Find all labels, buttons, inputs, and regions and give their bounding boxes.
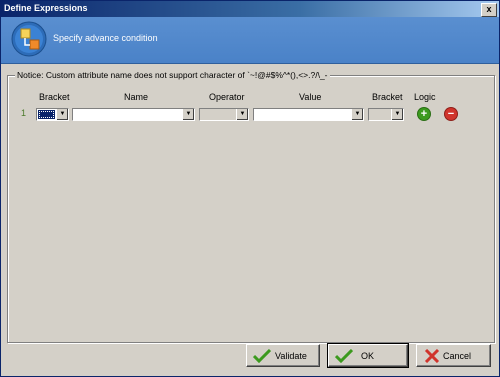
chevron-down-icon[interactable]: ▼ [182, 109, 194, 120]
cancel-label: Cancel [443, 351, 472, 361]
column-header-name: Name [124, 92, 149, 102]
checkmark-icon [253, 349, 271, 363]
expression-icon [11, 21, 47, 57]
chevron-down-icon[interactable]: ▼ [56, 109, 68, 120]
add-icon[interactable]: + [418, 108, 430, 120]
checkmark-icon [335, 349, 353, 363]
close-bracket-select[interactable]: ▼ [368, 108, 404, 121]
cancel-button[interactable]: Cancel [416, 344, 491, 367]
banner-text: Specify advance condition [53, 33, 158, 43]
operator-select[interactable]: ▼ [199, 108, 249, 121]
row-number: 1 [21, 108, 27, 118]
validate-label: Validate [275, 351, 307, 361]
chevron-down-icon[interactable]: ▼ [236, 109, 248, 120]
ok-button[interactable]: OK [327, 343, 409, 368]
name-value [74, 110, 181, 119]
column-header-open-bracket: Bracket [39, 92, 70, 102]
close-button[interactable]: x [481, 3, 497, 17]
define-expressions-dialog: Define Expressions x Specify advance con… [0, 0, 500, 377]
cross-icon [424, 349, 440, 363]
chevron-down-icon[interactable]: ▼ [391, 109, 403, 120]
value-value [255, 110, 350, 119]
column-header-logic: Logic [414, 92, 436, 102]
window-title: Define Expressions [4, 3, 88, 13]
header-banner: Specify advance condition [1, 17, 499, 64]
chevron-down-icon[interactable]: ▼ [351, 109, 363, 120]
notice-text: Notice: Custom attribute name does not s… [15, 70, 330, 80]
validate-button[interactable]: Validate [246, 344, 320, 367]
close-bracket-value [370, 110, 390, 119]
column-header-operator: Operator [209, 92, 245, 102]
title-bar[interactable]: Define Expressions x [1, 1, 499, 17]
operator-value [201, 110, 235, 119]
remove-icon[interactable]: − [445, 108, 457, 120]
name-select[interactable]: ▼ [72, 108, 195, 121]
column-header-value: Value [299, 92, 322, 102]
open-bracket-select[interactable]: ▼ [36, 108, 69, 121]
value-select[interactable]: ▼ [253, 108, 364, 121]
ok-label: OK [361, 351, 375, 361]
open-bracket-value [38, 110, 55, 119]
column-header-close-bracket: Bracket [372, 92, 403, 102]
